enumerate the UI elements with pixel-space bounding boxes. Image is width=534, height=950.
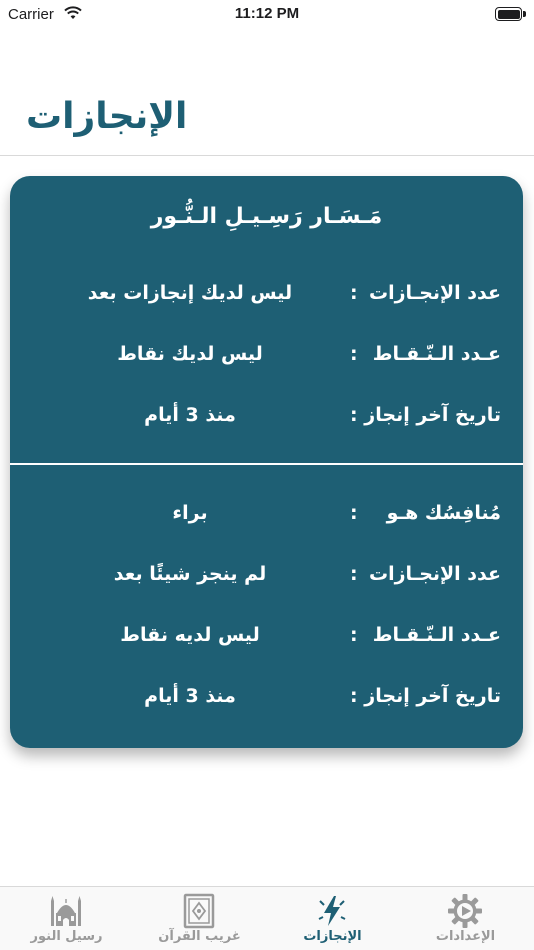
row-colon: : (350, 404, 358, 426)
quran-book-icon (181, 893, 217, 929)
title-divider (0, 155, 534, 156)
tab-achievements[interactable]: الإنجازات (266, 887, 399, 950)
competitor-last-achievement-row: تاريخ آخر إنجاز : منذ 3 أيام (10, 681, 523, 715)
row-value: لم ينجز شيئًا بعد (113, 563, 267, 585)
user-points-row: عـدد الـنّـقـاط : ليس لديك نقاط (10, 339, 523, 373)
competitor-points-row: عـدد الـنّـقـاط : ليس لديه نقاط (10, 620, 523, 654)
row-label: عدد الإنجـازات (369, 563, 501, 585)
row-label: تاريخ آخر إنجاز (364, 685, 501, 707)
row-value: براء (172, 502, 208, 524)
status-time: 11:12 PM (234, 5, 300, 22)
lightning-icon (314, 893, 350, 929)
row-colon: : (350, 563, 358, 585)
tab-label: الإنجازات (303, 929, 362, 944)
competitor-name-row: مُنافِسُك هـو : براء (10, 498, 523, 532)
row-value: منذ 3 أيام (144, 685, 236, 707)
row-colon: : (350, 685, 358, 707)
card-divider (10, 463, 523, 465)
row-label: عدد الإنجـازات (369, 282, 501, 304)
tab-quran-vocabulary[interactable]: غريب القرآن (133, 887, 266, 950)
row-value: منذ 3 أيام (144, 404, 236, 426)
row-value: ليس لديك نقاط (117, 343, 263, 365)
row-colon: : (350, 343, 358, 365)
page-title: الإنجازات (26, 96, 188, 137)
row-value: ليس لديك إنجازات بعد (87, 282, 293, 304)
tab-raseel-alnoor[interactable]: رسيل النور (0, 887, 133, 950)
row-label: تاريخ آخر إنجاز (364, 404, 501, 426)
row-colon: : (350, 624, 358, 646)
tab-settings[interactable]: الإعدادات (399, 887, 532, 950)
achievements-card: مَـسَـار رَسِـيـلِ الـنُّـور عدد الإنجـا… (10, 176, 523, 748)
mosque-icon (48, 893, 84, 929)
tab-label: غريب القرآن (158, 929, 241, 944)
competitor-achievements-row: عدد الإنجـازات : لم ينجز شيئًا بعد (10, 559, 523, 593)
row-value: ليس لديه نقاط (120, 624, 260, 646)
row-colon: : (350, 282, 358, 304)
status-bar: Carrier 11:12 PM (0, 0, 534, 28)
user-achievements-row: عدد الإنجـازات : ليس لديك إنجازات بعد (10, 278, 523, 312)
tab-label: رسيل النور (30, 929, 103, 944)
tab-label: الإعدادات (435, 929, 496, 944)
battery-icon (495, 7, 526, 21)
tab-bar: رسيل النور غريب القرآن الإنجازات الإعداد… (0, 886, 534, 950)
user-last-achievement-row: تاريخ آخر إنجاز : منذ 3 أيام (10, 400, 523, 434)
row-label: عـدد الـنّـقـاط (372, 343, 501, 365)
gear-icon (447, 893, 483, 929)
row-label: مُنافِسُك هـو (386, 502, 501, 524)
card-title: مَـسَـار رَسِـيـلِ الـنُّـور (150, 204, 383, 229)
row-colon: : (350, 502, 358, 524)
row-label: عـدد الـنّـقـاط (372, 624, 501, 646)
